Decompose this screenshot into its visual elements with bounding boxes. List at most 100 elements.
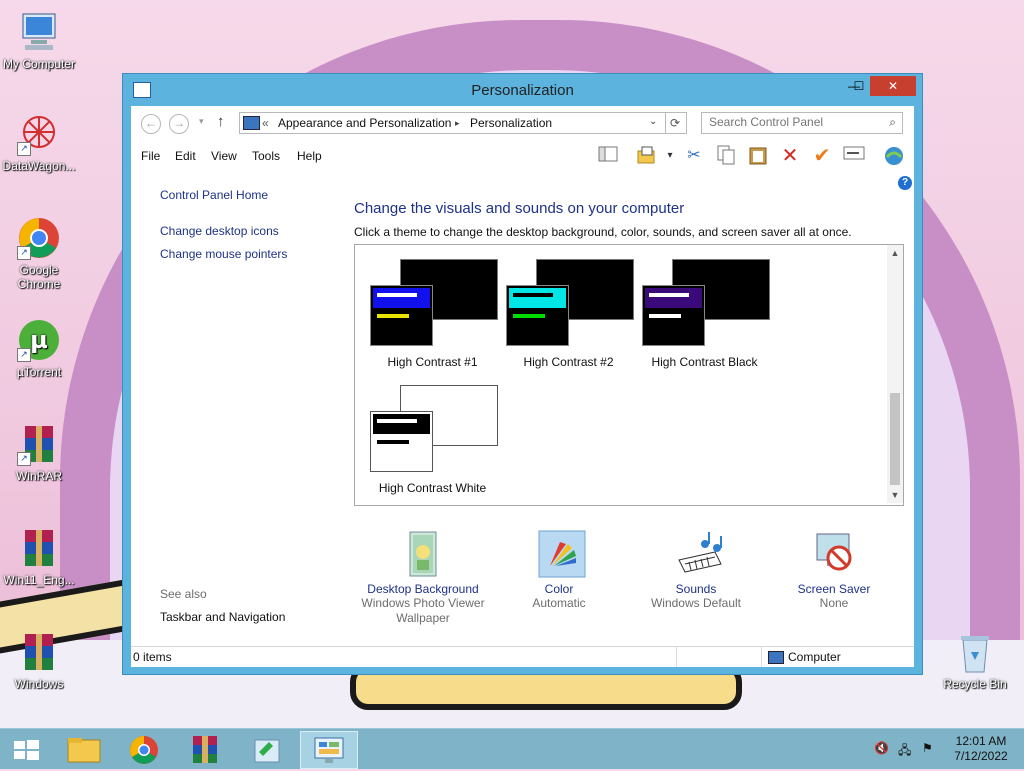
internet-options-icon[interactable]	[883, 145, 905, 167]
properties-check-icon[interactable]: ✔	[811, 145, 833, 167]
volume-muted-icon[interactable]: 🔇	[874, 741, 889, 755]
menu-view[interactable]: View	[211, 149, 237, 163]
setting-screen-saver[interactable]: Screen Saver None	[764, 530, 904, 611]
theme-high-contrast-white[interactable]: High Contrast White	[370, 385, 505, 500]
start-button[interactable]	[0, 731, 52, 769]
taskbar-chrome[interactable]	[115, 731, 173, 769]
breadcrumb-personalization[interactable]: Personalization	[470, 116, 552, 130]
setting-sounds[interactable]: Sounds Windows Default	[626, 530, 766, 611]
search-icon[interactable]: ⌕	[889, 115, 896, 130]
scroll-down-icon[interactable]: ▼	[887, 490, 903, 500]
link-change-mouse-pointers[interactable]: Change mouse pointers	[160, 247, 287, 261]
desktop-icon-label: WinRAR	[15, 469, 62, 483]
theme-high-contrast-black[interactable]: High Contrast Black	[642, 259, 777, 374]
address-overflow[interactable]: «	[262, 116, 269, 130]
desktop-icon-label: µTorrent	[16, 365, 62, 379]
back-button[interactable]: ←	[141, 114, 161, 134]
desktop-icon-label: DataWagon...	[2, 159, 76, 173]
desktop-icon-recycle-bin[interactable]: Recycle Bin	[936, 630, 1014, 691]
winrar-archive-icon	[17, 630, 61, 674]
address-dropdown-icon[interactable]: ⌄	[649, 116, 657, 127]
desktop-background-icon	[402, 530, 444, 578]
system-clock[interactable]: 12:01 AM 7/12/2022	[948, 734, 1014, 764]
setting-color[interactable]: Color Automatic	[489, 530, 629, 611]
setting-title[interactable]: Desktop Background	[353, 582, 493, 596]
taskbar-control-panel[interactable]	[300, 731, 358, 769]
shortcut-arrow-icon: ↗	[17, 348, 31, 362]
taskbar-file-explorer[interactable]	[55, 731, 113, 769]
computer-icon	[768, 651, 784, 664]
desktop-icon-google-chrome[interactable]: ↗ Google Chrome	[0, 216, 78, 291]
network-icon[interactable]: 🖧	[898, 741, 911, 762]
breadcrumb-separator-icon[interactable]: ▸	[455, 118, 460, 129]
status-location: Computer	[788, 650, 841, 664]
theme-list: High Contrast #1 High Contrast #2 High C…	[354, 244, 904, 506]
installer-icon	[254, 739, 280, 763]
datawagon-icon: ↗	[17, 112, 61, 156]
rename-icon[interactable]	[843, 145, 865, 167]
close-button[interactable]: ✕	[870, 76, 916, 96]
folder-dropdown-icon[interactable]: ▾	[659, 145, 681, 167]
recent-locations-chevron-icon[interactable]: ▾	[199, 116, 204, 127]
menu-bar: File Edit View Tools Help ▾ ✂ ✕ ✔	[131, 140, 914, 170]
theme-preview-window	[370, 285, 433, 346]
folder-properties-icon[interactable]	[635, 145, 657, 167]
personalization-window: Personalization — ☐ ✕ ← → ▾ ↑ « Appearan…	[122, 73, 923, 675]
desktop-icon-label: My Computer	[2, 57, 76, 71]
setting-value: Windows Photo Viewer Wallpaper	[361, 596, 485, 625]
setting-desktop-background[interactable]: Desktop Background Windows Photo Viewer …	[353, 530, 493, 626]
sounds-keyboard-icon	[675, 530, 722, 578]
copy-icon[interactable]	[715, 145, 737, 167]
theme-preview-window	[370, 411, 433, 472]
forward-button[interactable]: →	[169, 114, 189, 134]
help-icon[interactable]: ?	[898, 176, 912, 190]
desktop-icon-winrar[interactable]: ↗ WinRAR	[0, 422, 78, 483]
taskbar-installer[interactable]	[238, 731, 296, 769]
up-button[interactable]: ↑	[217, 113, 225, 130]
setting-value: Windows Default	[650, 596, 742, 610]
desktop-icon-utorrent[interactable]: µ ↗ µTorrent	[0, 318, 78, 379]
search-input[interactable]	[702, 113, 879, 131]
desktop-icon-windows[interactable]: Windows	[0, 630, 78, 691]
taskbar-winrar[interactable]	[176, 731, 234, 769]
search-box[interactable]: ⌕	[701, 112, 903, 134]
refresh-button[interactable]: ⟳	[664, 112, 687, 134]
menu-tools[interactable]: Tools	[252, 149, 280, 163]
delete-icon[interactable]: ✕	[779, 145, 801, 167]
color-palette-icon	[538, 530, 586, 578]
menu-help[interactable]: Help	[297, 149, 322, 163]
windows-logo-icon	[14, 740, 39, 760]
setting-title[interactable]: Screen Saver	[764, 582, 904, 596]
address-bar[interactable]: « Appearance and Personalization ▸ Perso…	[239, 112, 666, 134]
status-item-count: 0 items	[133, 650, 172, 664]
shortcut-arrow-icon: ↗	[17, 246, 31, 260]
desktop-icon-my-computer[interactable]: My Computer	[0, 10, 78, 71]
desktop-icon-label: Google Chrome	[17, 263, 61, 291]
cut-icon[interactable]: ✂	[683, 145, 705, 167]
scroll-up-icon[interactable]: ▲	[887, 248, 903, 258]
taskbar: 🔇 🖧 ⚑ 12:01 AM 7/12/2022	[0, 728, 1024, 769]
menu-file[interactable]: File	[141, 149, 160, 163]
maximize-button[interactable]: ☐	[848, 76, 870, 96]
paste-icon[interactable]	[747, 145, 769, 167]
theme-high-contrast-2[interactable]: High Contrast #2	[506, 259, 641, 374]
setting-title[interactable]: Color	[489, 582, 629, 596]
file-explorer-icon	[67, 738, 101, 763]
winrar-icon	[193, 736, 217, 763]
link-change-desktop-icons[interactable]: Change desktop icons	[160, 224, 279, 238]
menu-edit[interactable]: Edit	[175, 149, 196, 163]
link-taskbar-and-navigation[interactable]: Taskbar and Navigation	[160, 610, 285, 624]
theme-high-contrast-1[interactable]: High Contrast #1	[370, 259, 505, 374]
scroll-thumb[interactable]	[890, 393, 900, 485]
action-center-flag-icon[interactable]: ⚑	[922, 741, 933, 755]
setting-title[interactable]: Sounds	[626, 582, 766, 596]
clock-time: 12:01 AM	[955, 734, 1007, 748]
link-control-panel-home[interactable]: Control Panel Home	[160, 188, 268, 202]
breadcrumb-appearance[interactable]: Appearance and Personalization	[278, 116, 451, 130]
desktop-icon-datawagon[interactable]: ↗ DataWagon...	[0, 112, 78, 173]
title-bar[interactable]: Personalization — ☐ ✕	[123, 74, 922, 106]
desktop-icon-win11[interactable]: Win11_Eng...	[0, 526, 78, 587]
theme-list-scrollbar[interactable]: ▲ ▼	[887, 245, 903, 503]
layout-pane-icon[interactable]	[597, 145, 619, 167]
desktop-icon-label: Win11_Eng...	[3, 573, 75, 587]
